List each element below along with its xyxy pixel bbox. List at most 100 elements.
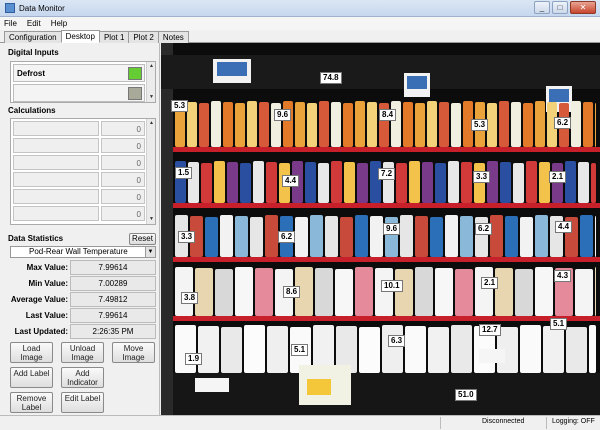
- digital-input-label: Defrost: [17, 69, 46, 78]
- scroll-up-icon[interactable]: ▲: [148, 120, 155, 127]
- product-item: [355, 267, 373, 316]
- product-item: [409, 161, 420, 203]
- stat-label: Average Value:: [10, 295, 68, 304]
- image-label[interactable]: 6.2: [475, 223, 493, 235]
- calculation-value: 0: [101, 189, 145, 204]
- product-item: [526, 161, 537, 203]
- scroll-down-icon[interactable]: ▼: [148, 94, 155, 101]
- image-label[interactable]: 5.1: [550, 318, 568, 330]
- product-item: [595, 267, 596, 316]
- product-item: [395, 269, 413, 316]
- product-item: [448, 161, 459, 203]
- add-label-button[interactable]: Add Label: [10, 367, 53, 388]
- image-label[interactable]: 74.8: [320, 72, 342, 84]
- channel-select[interactable]: Pod-Rear Wall Temperature ▼: [10, 246, 156, 258]
- led-indicator-on: [128, 67, 142, 80]
- image-label[interactable]: 9.6: [274, 109, 292, 121]
- menu-edit[interactable]: Edit: [27, 19, 41, 28]
- tab-configuration[interactable]: Configuration: [4, 31, 62, 43]
- product-item: [255, 268, 273, 316]
- product-item: [520, 217, 533, 257]
- calculation-value: 0: [101, 155, 145, 170]
- stat-value: 7.99614: [70, 260, 156, 275]
- add-indicator-button[interactable]: Add Indicator: [61, 367, 104, 388]
- product-item: [187, 102, 197, 147]
- product-item: [535, 215, 548, 257]
- product-item: [403, 102, 413, 147]
- image-canvas[interactable]: [161, 43, 600, 415]
- calculation-row: 0: [13, 172, 145, 187]
- menu-file[interactable]: File: [4, 19, 17, 28]
- reset-button[interactable]: Reset: [129, 233, 156, 245]
- load-image-button[interactable]: Load Image: [10, 342, 53, 363]
- stat-row: Max Value: 7.99614: [10, 260, 156, 275]
- image-label[interactable]: 6.2: [278, 231, 296, 243]
- product-item: [259, 102, 269, 147]
- image-label[interactable]: 4.3: [554, 270, 572, 282]
- stat-value: 7.00289: [70, 276, 156, 291]
- move-image-button[interactable]: Move Image: [112, 342, 155, 363]
- edit-label-button[interactable]: Edit Label: [61, 392, 104, 413]
- image-label[interactable]: 4.4: [555, 221, 573, 233]
- calculation-name: [13, 155, 99, 170]
- image-label[interactable]: 1.5: [175, 167, 193, 179]
- image-label[interactable]: 6.2: [554, 117, 572, 129]
- image-label[interactable]: 5.1: [291, 344, 309, 356]
- product-item: [445, 215, 458, 257]
- tab-notes[interactable]: Notes: [157, 31, 189, 43]
- image-label[interactable]: 3.8: [181, 292, 199, 304]
- image-label[interactable]: 5.3: [171, 100, 189, 112]
- image-label[interactable]: 1.9: [185, 353, 203, 365]
- image-label[interactable]: 4.4: [282, 175, 300, 187]
- product-item: [315, 268, 333, 316]
- image-label[interactable]: 9.6: [383, 223, 401, 235]
- product-item: [571, 101, 581, 147]
- tab-desktop[interactable]: Desktop: [60, 30, 100, 43]
- image-label[interactable]: 51.0: [455, 389, 477, 401]
- maximize-icon[interactable]: □: [552, 1, 568, 14]
- image-label[interactable]: 12.7: [479, 324, 501, 336]
- product-item: [355, 101, 365, 147]
- digital-input-row[interactable]: Defrost: [13, 64, 145, 82]
- digital-input-row[interactable]: [13, 84, 145, 102]
- calculations-list: 0 0 0 0 0 0 ▲ ▼: [10, 118, 156, 225]
- product-item: [335, 269, 353, 316]
- product-item: [513, 163, 524, 203]
- product-item: [211, 101, 221, 147]
- product-item: [460, 216, 473, 257]
- image-label[interactable]: 7.2: [378, 168, 396, 180]
- image-label[interactable]: 2.1: [549, 171, 567, 183]
- image-label[interactable]: 5.3: [471, 119, 489, 131]
- calculation-value: 0: [101, 121, 145, 136]
- calculation-name: [13, 138, 99, 153]
- minimize-icon[interactable]: _: [534, 1, 550, 14]
- product-item: [595, 103, 596, 147]
- scroll-down-icon[interactable]: ▼: [148, 216, 155, 223]
- image-label[interactable]: 8.4: [379, 109, 397, 121]
- product-item: [318, 163, 329, 203]
- product-item: [244, 325, 265, 373]
- unload-image-button[interactable]: Unload Image: [61, 342, 104, 363]
- image-label[interactable]: 10.1: [381, 280, 403, 292]
- product-item: [535, 101, 545, 147]
- image-label[interactable]: 3.3: [473, 171, 491, 183]
- image-label[interactable]: 8.6: [283, 286, 301, 298]
- image-label[interactable]: 3.3: [178, 231, 196, 243]
- product-item: [515, 269, 533, 316]
- product-item: [235, 216, 248, 257]
- calculations-title: Calculations: [8, 106, 56, 115]
- tab-plot-1[interactable]: Plot 1: [98, 31, 130, 43]
- tab-plot-2[interactable]: Plot 2: [128, 31, 159, 43]
- product-item: [359, 327, 380, 373]
- scroll-up-icon[interactable]: ▲: [148, 63, 155, 70]
- image-label[interactable]: 6.3: [388, 335, 406, 347]
- calculations-scrollbar[interactable]: ▲ ▼: [146, 119, 155, 224]
- menu-help[interactable]: Help: [51, 19, 67, 28]
- remove-label-button[interactable]: Remove Label: [10, 392, 53, 413]
- chevron-down-icon[interactable]: ▼: [145, 247, 155, 257]
- product-item: [405, 326, 426, 373]
- image-label[interactable]: 2.1: [481, 277, 499, 289]
- close-icon[interactable]: ✕: [570, 1, 596, 14]
- digital-inputs-scrollbar[interactable]: ▲ ▼: [146, 62, 155, 102]
- product-item: [543, 326, 564, 373]
